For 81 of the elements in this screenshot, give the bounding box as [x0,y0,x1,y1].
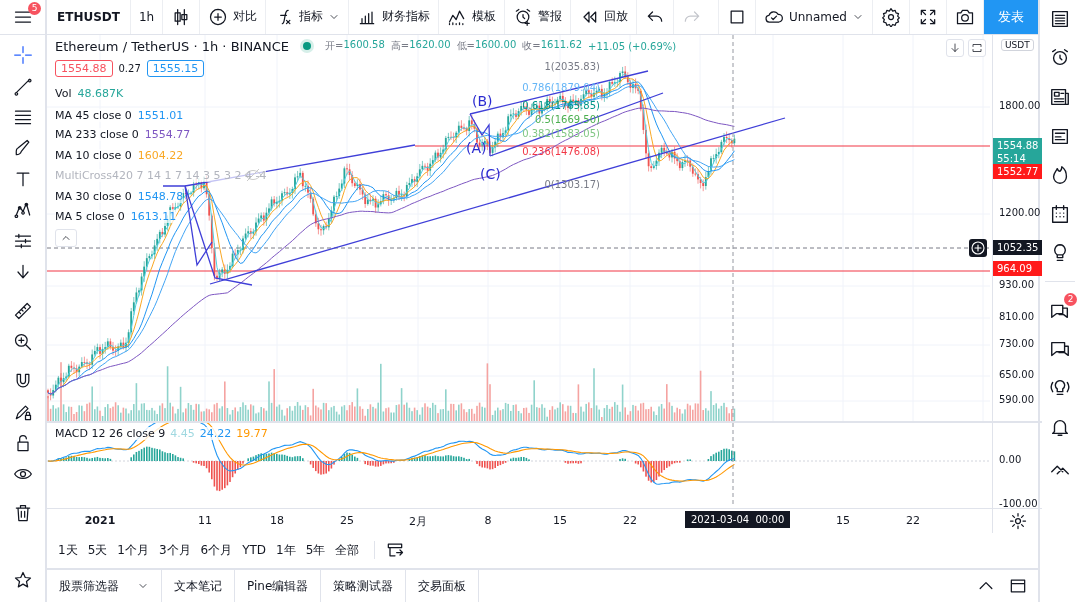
fibonacci-level-label: 1(2035.83) [544,60,600,72]
price-tick: 930.00 [999,278,1034,290]
date-range-button[interactable]: 6个月 [195,538,238,563]
indicator-value: 1551.01 [137,108,184,122]
indicator-name[interactable]: Vol [55,86,72,100]
time-tick: 15 [836,513,850,527]
indicator-value: 1613.11 [130,209,177,223]
time-tick: 2021 [84,513,116,527]
price-tick: 1200.00 [999,206,1041,218]
indicator-name[interactable]: MA 10 close 0 [55,148,132,162]
date-range-button[interactable]: 5年 [300,538,331,563]
indicator-value: 24.22 [199,426,232,440]
ohlc-label: 开= [325,39,344,54]
date-range-button[interactable]: 3个月 [153,538,196,563]
price-tag: 1052.35 [993,239,1042,255]
time-tick: 25 [340,513,354,527]
symbol-title: Ethereum / TetherUS · 1h · BINANCE [55,38,290,54]
ohlc-value: 1611.62 [540,39,583,53]
currency-label[interactable]: USDT [1001,38,1034,51]
replay-button[interactable]: 回放 [571,0,638,34]
price-tick: 650.00 [999,368,1034,380]
ohlc-label: 高= [390,39,410,54]
time-tick: 11 [198,513,212,527]
notification-badge: 5 [28,2,41,15]
price-tick: 1800.00 [999,99,1041,111]
compare-button[interactable]: 对比 [200,0,267,34]
financials-button[interactable]: 财务指标 [349,0,440,34]
indicators-button[interactable]: 指标 [266,0,350,34]
time-tick: 22 [906,513,920,527]
panel-tab[interactable]: Pine编辑器 [235,570,322,602]
time-tick: 8 [484,513,492,527]
price-tick: 730.00 [999,337,1034,349]
alert-button[interactable]: 警报 [505,0,572,34]
indicator-value: 1554.77 [144,127,191,141]
crosshair-time-label: 2021-03-04 00:00 [685,510,791,528]
wave-label: (C) [480,165,501,182]
panel-tab[interactable]: 策略测试器 [321,570,407,602]
indicator-value: 1548.78 [137,189,184,203]
indicator-name[interactable]: MA 233 close 0 [55,127,139,141]
wave-label: (B) [472,92,493,109]
price-tag: 964.09 [993,260,1042,276]
price-tag: 1554.88 55:14 [993,137,1042,167]
wave-label: (A) [466,139,487,156]
price-tick: 590.00 [999,393,1034,405]
time-tick: 2月 [409,513,427,529]
indicator-name[interactable]: MACD 12 26 close 9 [55,426,166,440]
indicator-value: 48.687K [77,86,124,100]
panel-tab[interactable]: 文本笔记 [162,570,235,602]
time-tick: 18 [270,513,284,527]
indicator-name[interactable]: MA 30 close 0 [55,189,132,203]
layout-name-button[interactable]: Unnamed [755,0,873,34]
date-range-button[interactable]: YTD [237,539,272,562]
panel-tab[interactable]: 股票筛选器 [47,570,162,602]
fibonacci-level-label: 0.236(1476.08) [522,145,600,157]
indicator-value: 1604.22 [137,148,184,162]
indicator-name[interactable]: MA 45 close 0 [55,108,132,122]
interval-button[interactable]: 1h [130,0,164,34]
ohlc-value: 1620.00 [409,39,451,53]
spread-value: 0.27 [118,62,141,74]
symbol-button[interactable]: ETHUSDT [47,0,131,34]
price-change: +11.05 (+0.69%) [588,40,677,52]
indicator-name[interactable]: MA 5 close 0 [55,209,125,223]
date-range-button[interactable]: 5天 [82,538,113,563]
date-range-button[interactable]: 1个月 [112,538,154,563]
macd-tick: 0.00 [999,453,1022,465]
date-range-button[interactable]: 1天 [53,538,83,563]
indicator-value: 4.45 [170,426,195,440]
ohlc-value: 1600.58 [343,39,385,53]
templates-button[interactable]: 模板 [439,0,506,34]
ohlc-value: 1600.00 [474,39,517,53]
indicator-value: 19.77 [236,426,268,440]
ohlc-label: 收= [522,39,541,54]
macd-tick: -100.00 [999,497,1038,509]
price-tick: 810.00 [999,310,1034,322]
notification-badge: 2 [1064,293,1077,306]
date-range-button[interactable]: 全部 [330,538,365,563]
time-tick: 22 [623,513,637,527]
panel-tab[interactable]: 交易面板 [406,570,480,602]
time-tick: 15 [553,513,567,527]
date-range-button[interactable]: 1年 [271,538,301,563]
ohlc-label: 低= [456,39,475,54]
